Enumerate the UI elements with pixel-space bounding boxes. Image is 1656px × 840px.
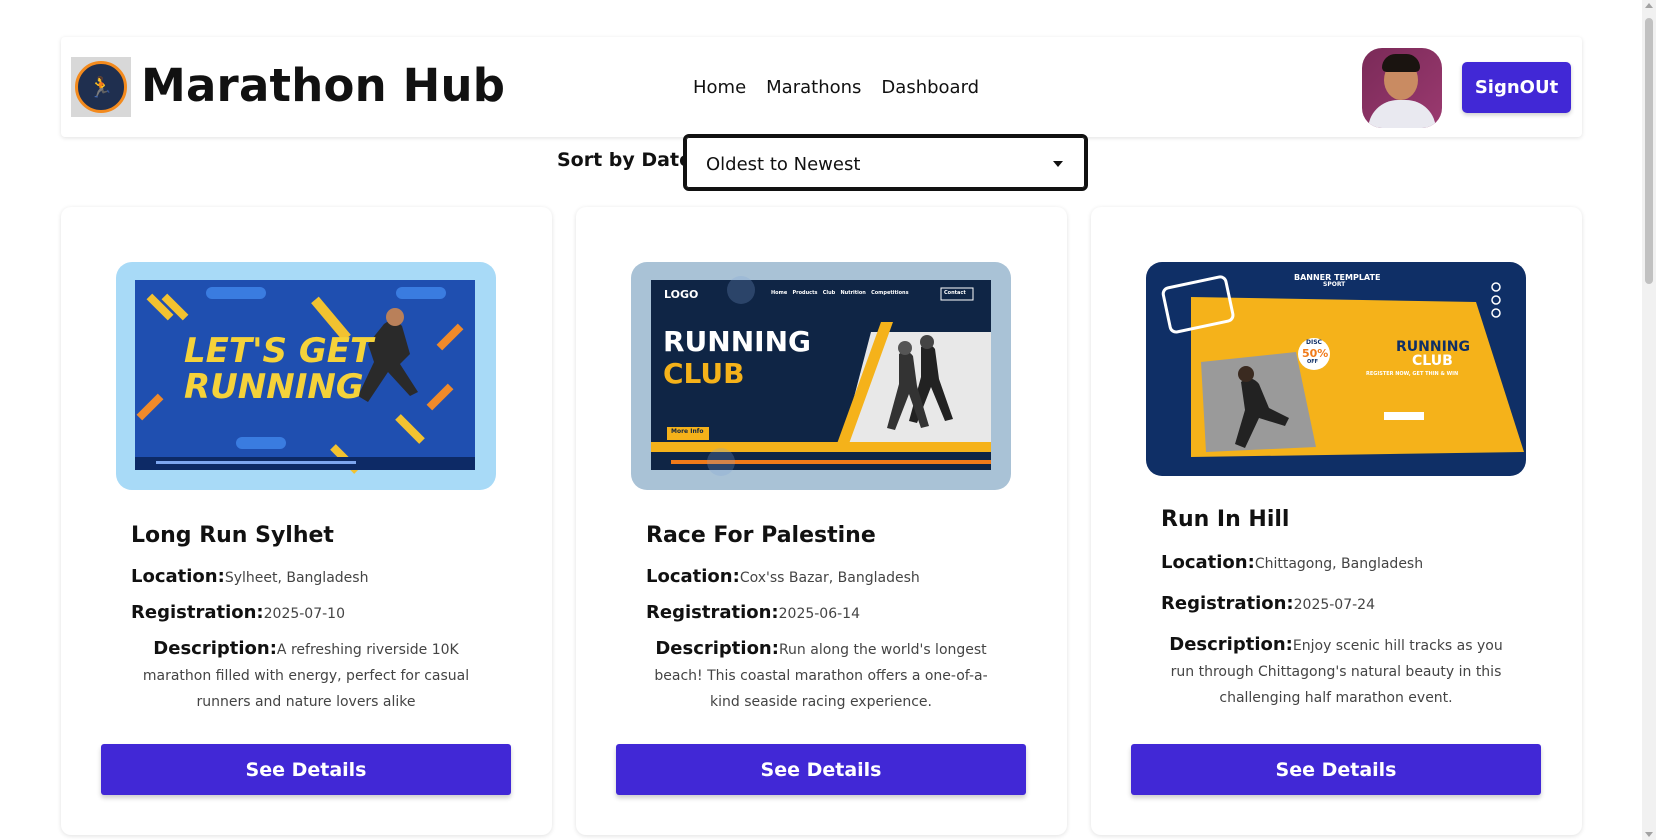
scroll-up-arrow-icon[interactable]	[1645, 3, 1653, 8]
card-image: BANNER TEMPLATE SPORT DISC 50% OFF RUNNI…	[1146, 262, 1526, 476]
card-description: Description:Enjoy scenic hill tracks as …	[1169, 634, 1503, 706]
image-register: REGISTER NOW, GET THIN & WIN	[1366, 371, 1459, 377]
image-headline-2: RUNNING	[184, 367, 364, 407]
marathon-card: BANNER TEMPLATE SPORT DISC 50% OFF RUNNI…	[1091, 207, 1582, 835]
signout-button[interactable]: SignOUt	[1462, 62, 1571, 113]
sort-selected-value: Oldest to Newest	[706, 154, 861, 175]
nav-home-link[interactable]: Home	[693, 77, 746, 98]
card-title: Run In Hill	[1161, 507, 1290, 532]
card-title: Race For Palestine	[646, 523, 876, 548]
nav-dashboard-link[interactable]: Dashboard	[881, 77, 979, 98]
scroll-down-arrow-icon[interactable]	[1645, 832, 1653, 837]
image-percent: 50%	[1302, 347, 1329, 360]
page: 🏃 Marathon Hub Home Marathons Dashboard …	[0, 0, 1656, 840]
card-registration: Registration:2025-06-14	[646, 602, 860, 623]
sort-label: Sort by Date:	[557, 149, 700, 171]
running-man-logo-icon[interactable]: 🏃	[71, 57, 131, 117]
image-more-info: More Info	[671, 428, 704, 435]
image-nav: Home Products Club Nutrition Competition…	[771, 290, 909, 296]
caret-down-icon	[1053, 161, 1063, 167]
image-logo: LOGO	[664, 288, 699, 301]
card-image: LOGO Home Products Club Nutrition Compet…	[631, 262, 1011, 490]
image-off: OFF	[1307, 359, 1319, 365]
card-location: Location:Sylheet, Bangladesh	[131, 566, 369, 587]
vertical-scrollbar[interactable]	[1642, 0, 1656, 840]
image-headline-2: CLUB	[1412, 353, 1453, 369]
marathon-card: LET'S GET RUNNING Long Run Sylhet Locati…	[61, 207, 552, 835]
nav-links: Home Marathons Dashboard	[693, 77, 979, 98]
card-location: Location:Chittagong, Bangladesh	[1161, 552, 1424, 573]
image-sport: SPORT	[1323, 281, 1346, 288]
navbar: 🏃 Marathon Hub Home Marathons Dashboard …	[61, 37, 1582, 137]
image-contact: Contact	[944, 290, 966, 296]
image-headline-2: CLUB	[663, 357, 745, 390]
image-headline-1: RUNNING	[1396, 339, 1470, 355]
brand-name[interactable]: Marathon Hub	[141, 59, 505, 112]
card-title: Long Run Sylhet	[131, 523, 334, 548]
card-registration: Registration:2025-07-10	[131, 602, 345, 623]
see-details-button[interactable]: See Details	[616, 744, 1026, 795]
see-details-button[interactable]: See Details	[101, 744, 511, 795]
image-headline-1: RUNNING	[663, 325, 811, 358]
card-image: LET'S GET RUNNING	[116, 262, 496, 490]
card-location: Location:Cox'ss Bazar, Bangladesh	[646, 566, 920, 587]
sort-date-select[interactable]: Oldest to Newest	[683, 134, 1088, 191]
image-disc: DISC	[1306, 339, 1322, 346]
card-description: Description:Run along the world's longes…	[654, 638, 988, 710]
marathon-card: LOGO Home Products Club Nutrition Compet…	[576, 207, 1067, 835]
see-details-button[interactable]: See Details	[1131, 744, 1541, 795]
nav-marathons-link[interactable]: Marathons	[766, 77, 861, 98]
scrollbar-thumb[interactable]	[1645, 18, 1653, 284]
image-headline-1: LET'S GET	[184, 331, 374, 371]
card-description: Description:A refreshing riverside 10K m…	[142, 638, 470, 710]
card-registration: Registration:2025-07-24	[1161, 593, 1375, 614]
user-avatar[interactable]	[1362, 48, 1442, 128]
